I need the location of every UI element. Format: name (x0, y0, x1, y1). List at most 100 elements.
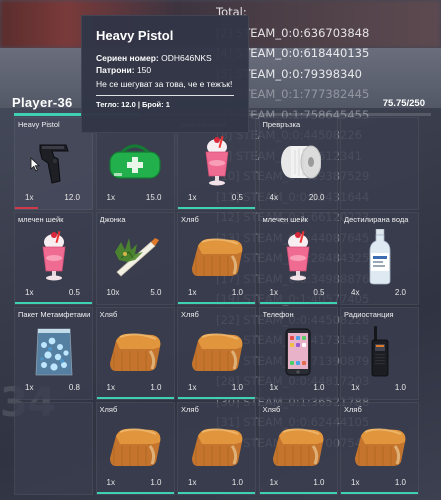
slot-weight: 1.0 (313, 478, 325, 487)
slot-quality-bar (96, 397, 174, 399)
inventory-slot[interactable]: млечен шейк 1x 0.5 (258, 212, 338, 305)
bread-icon (341, 415, 418, 478)
slot-label: Джонка (99, 215, 126, 224)
pistol-icon (15, 130, 92, 193)
slot-quantity: 1x (106, 383, 115, 392)
phone-icon (260, 320, 337, 383)
slot-weight: 1.0 (231, 478, 243, 487)
inventory-slot[interactable]: Хляб 1x 1.0 (177, 402, 256, 495)
durability-bar (15, 207, 39, 209)
slot-quality-bar (259, 492, 337, 494)
radio-icon (341, 320, 418, 383)
slot-weight: 5.0 (150, 288, 162, 297)
slot-label: Хляб (344, 405, 362, 414)
slot-label: млечен шейк (18, 215, 64, 224)
milkshake-icon (15, 225, 92, 288)
slot-quantity: 1x (269, 288, 278, 297)
inventory-slot[interactable]: Хляб 1x 1.0 (258, 402, 338, 495)
slot-quality-bar (178, 302, 255, 304)
slot-label: Телефон (262, 310, 294, 319)
tooltip-title: Heavy Pistol (96, 28, 174, 43)
tooltip-serial-value: ODH646NKS (161, 53, 212, 63)
slot-weight: 0.5 (313, 288, 325, 297)
bread-icon (178, 320, 255, 383)
slot-weight: 20.0 (308, 193, 325, 202)
player-name: Player-36 (12, 95, 73, 110)
slot-quantity: 10x (106, 288, 120, 297)
bread-icon (178, 225, 255, 288)
slot-quality-bar (96, 492, 174, 494)
inventory-slot[interactable]: млечен шейк 1x 0.5 (14, 212, 93, 305)
inventory-slot[interactable]: Хляб 1x 1.0 (177, 212, 256, 305)
slot-label: Хляб (181, 405, 199, 414)
slot-quantity: 1x (25, 193, 34, 202)
bread-icon (97, 320, 174, 383)
inventory-grid: Heavy Pistol 1x 12.0 1x 15.0 млечен шейк 1x… (14, 117, 431, 500)
slot-weight: 0.5 (68, 288, 80, 297)
inventory-slot[interactable]: Телефон 1x 1.0 (258, 307, 338, 400)
slot-quantity: 4x (269, 193, 278, 202)
slot-label: Хляб (262, 405, 281, 414)
slot-quality-bar (178, 492, 255, 494)
inventory-slot[interactable]: Пакет Метамфетамин 1x 0.8 (14, 307, 93, 400)
slot-label: Превръзка (262, 120, 301, 129)
inventory-slot[interactable]: Хляб 1x 1.0 (340, 402, 419, 495)
slot-quantity: 1x (269, 383, 278, 392)
meth-bag-icon (15, 320, 92, 383)
slot-quality-bar (341, 492, 418, 494)
inventory-slot[interactable]: Дестилирана вода 4x 2.0 (340, 212, 419, 305)
slot-quality-bar (178, 397, 255, 399)
slot-quantity: 1x (351, 478, 360, 487)
slot-label: Радиостанция (344, 310, 394, 319)
item-tooltip: Heavy Pistol Сериен номер: ODH646NKS Пат… (81, 15, 249, 133)
inventory-slot[interactable]: Джонка 10x 5.0 (95, 212, 175, 305)
slot-weight: 1.0 (394, 383, 406, 392)
slot-quality-bar (259, 302, 337, 304)
tooltip-description: Не се шегуват за това, че е тежък! (96, 79, 233, 89)
slot-quantity: 1x (106, 193, 115, 202)
slot-quality-bar (15, 302, 92, 304)
tooltip-divider (96, 95, 234, 96)
slot-quantity: 1x (25, 288, 34, 297)
inventory-slot[interactable]: Хляб 1x 1.0 (95, 307, 175, 400)
slot-weight: 1.0 (394, 478, 406, 487)
slot-label: Дестилирана вода (344, 215, 409, 224)
slot-weight: 1.0 (231, 383, 243, 392)
slot-weight: 0.8 (68, 383, 80, 392)
inventory-slot[interactable] (14, 402, 93, 495)
inventory-slot[interactable]: Хляб 1x 1.0 (95, 402, 175, 495)
slot-weight: 0.5 (231, 193, 243, 202)
tooltip-footer: Тегло: 12.0 | Брой: 1 (96, 100, 170, 109)
water-bottle-icon (341, 225, 418, 288)
inventory-slot[interactable]: Хляб 1x 1.0 (177, 307, 256, 400)
tooltip-ammo-row: Патрони: 150 (96, 64, 234, 76)
slot-weight: 1.0 (150, 383, 162, 392)
inventory-weight: 75.75/250 (382, 98, 425, 109)
slot-weight: 1.0 (231, 288, 243, 297)
slot-label: Пакет Метамфетамин (18, 310, 90, 319)
slot-quantity: 1x (351, 383, 360, 392)
mouse-cursor-icon (30, 156, 41, 177)
tooltip-ammo-value: 150 (136, 65, 152, 75)
slot-quantity: 1x (188, 383, 197, 392)
slot-quantity: 1x (25, 383, 34, 392)
tooltip-ammo-label: Патрони: (96, 65, 135, 75)
slot-quantity: 1x (106, 478, 115, 487)
slot-weight: 12.0 (64, 193, 80, 202)
slot-label: Хляб (181, 310, 199, 319)
milkshake-icon (260, 225, 337, 288)
slot-label: Хляб (99, 405, 118, 414)
medkit-bag-icon (97, 130, 174, 193)
slot-weight: 1.0 (150, 478, 162, 487)
tooltip-serial-row: Сериен номер: ODH646NKS (96, 52, 234, 64)
slot-label: Хляб (99, 310, 118, 319)
inventory-slot[interactable]: Превръзка 4x 20.0 (258, 117, 338, 210)
slot-label: Хляб (181, 215, 199, 224)
slot-weight: 2.0 (394, 288, 406, 297)
inventory-slot[interactable]: Радиостанция 1x 1.0 (340, 307, 419, 400)
slot-label: млечен шейк (262, 215, 308, 224)
slot-quantity: 4x (351, 288, 360, 297)
tooltip-serial-label: Сериен номер: (96, 53, 159, 63)
inventory-slot[interactable] (340, 117, 419, 210)
joint-icon (97, 225, 174, 288)
